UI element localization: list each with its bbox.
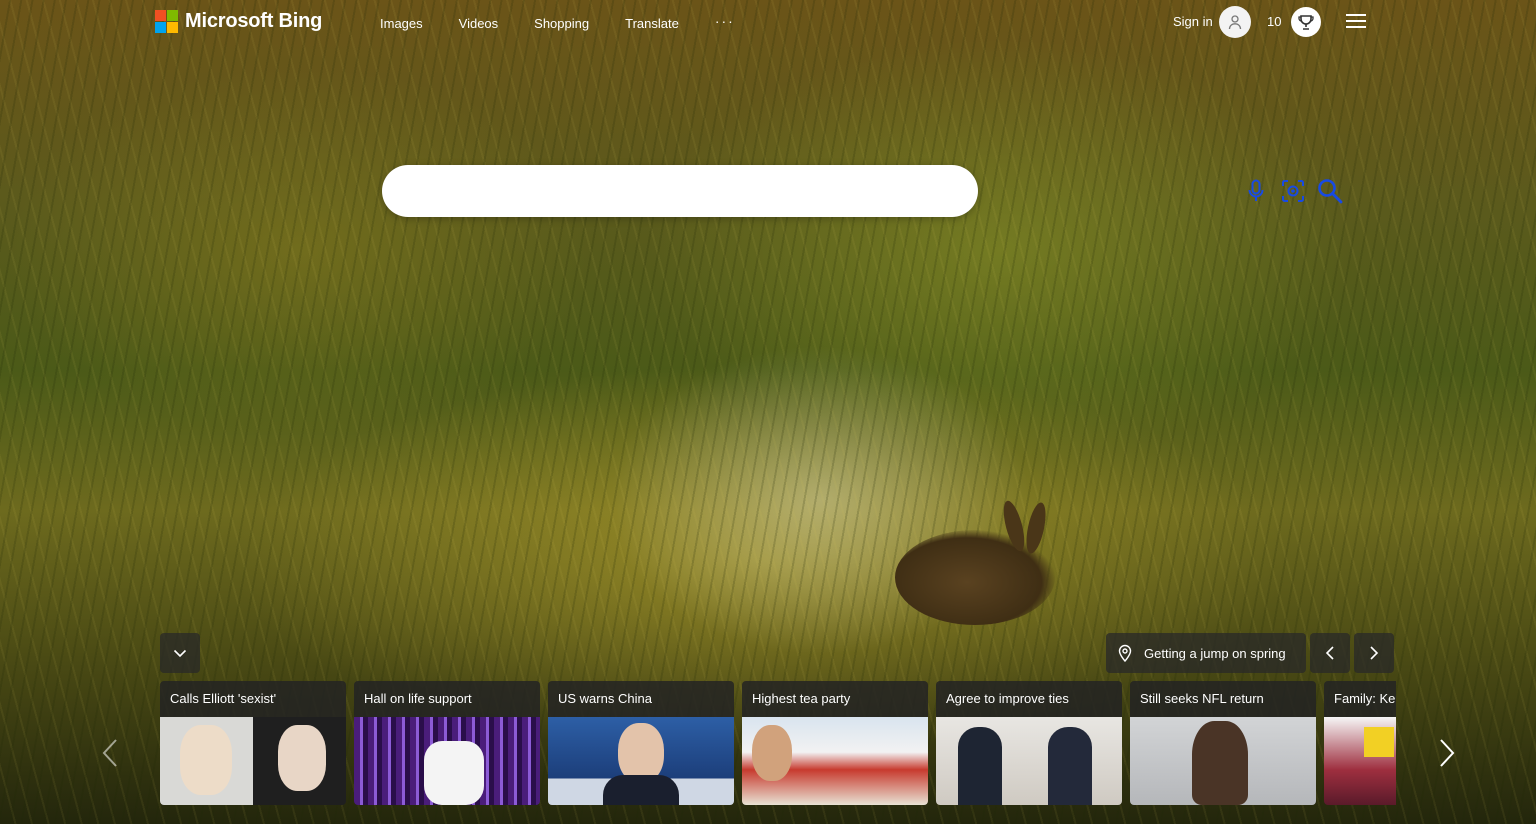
news-card-title: Highest tea party [752,691,851,706]
chevron-left-icon [102,739,117,767]
bing-logo[interactable]: Microsoft Bing [155,10,322,33]
avatar[interactable] [1219,6,1251,38]
news-card-image [354,717,540,805]
news-card-title: US warns China [558,691,652,706]
collapse-feed-button[interactable] [160,633,200,673]
carousel-prev-button[interactable] [95,736,125,770]
news-card[interactable]: Family: Ke [1324,681,1396,805]
header: Microsoft Bing Images Videos Shopping Tr… [0,0,1536,46]
search-box [382,165,1343,217]
microphone-icon[interactable] [1243,178,1269,204]
rewards-button[interactable] [1291,7,1321,37]
rewards-trophy-icon [1298,15,1314,30]
nav-videos[interactable]: Videos [459,16,499,31]
nav-translate[interactable]: Translate [625,16,679,31]
news-card[interactable]: Agree to improve ties [936,681,1122,805]
news-card[interactable]: Highest tea party [742,681,928,805]
news-card[interactable]: Still seeks NFL return [1130,681,1316,805]
image-title: Getting a jump on spring [1144,645,1286,661]
news-card-title: Family: Ke [1334,691,1396,706]
search-input[interactable] [402,175,862,207]
news-card-image [936,717,1122,805]
news-card-title: Calls Elliott 'sexist' [170,691,277,706]
sign-in-link[interactable]: Sign in [1173,14,1213,29]
next-image-button[interactable] [1354,633,1394,673]
nav-shopping[interactable]: Shopping [534,16,589,31]
news-card-image [160,717,346,805]
previous-image-button[interactable] [1310,633,1350,673]
carousel-next-button[interactable] [1432,736,1462,770]
logo-text: Microsoft Bing [185,10,323,32]
news-carousel: Calls Elliott 'sexist' Hall on life supp… [160,681,1396,805]
news-card-image [742,717,928,805]
news-card-image [1324,717,1396,805]
news-card-title: Agree to improve ties [946,691,1069,706]
news-card-title: Still seeks NFL return [1140,691,1264,706]
microsoft-logo-icon [155,10,178,33]
location-pin-icon [1118,644,1132,662]
news-card[interactable]: US warns China [548,681,734,805]
chevron-right-icon [1440,739,1455,767]
image-info-button[interactable]: Getting a jump on spring [1106,633,1306,673]
rewards-points[interactable]: 10 [1267,14,1281,29]
chevron-down-icon [173,649,187,658]
news-card-title: Hall on life support [364,691,472,706]
chevron-left-icon [1325,646,1334,660]
chevron-right-icon [1370,646,1379,660]
news-card-image [548,717,734,805]
nav-images[interactable]: Images [380,16,423,31]
hamburger-menu-icon[interactable] [1346,14,1366,30]
user-icon [1228,15,1242,30]
search-icon[interactable] [1317,178,1343,204]
visual-search-icon[interactable] [1280,178,1306,204]
news-card-image [1130,717,1316,805]
top-nav: Images Videos Shopping Translate ··· [362,13,753,31]
nav-more[interactable]: ··· [715,13,735,31]
news-card[interactable]: Calls Elliott 'sexist' [160,681,346,805]
news-card[interactable]: Hall on life support [354,681,540,805]
